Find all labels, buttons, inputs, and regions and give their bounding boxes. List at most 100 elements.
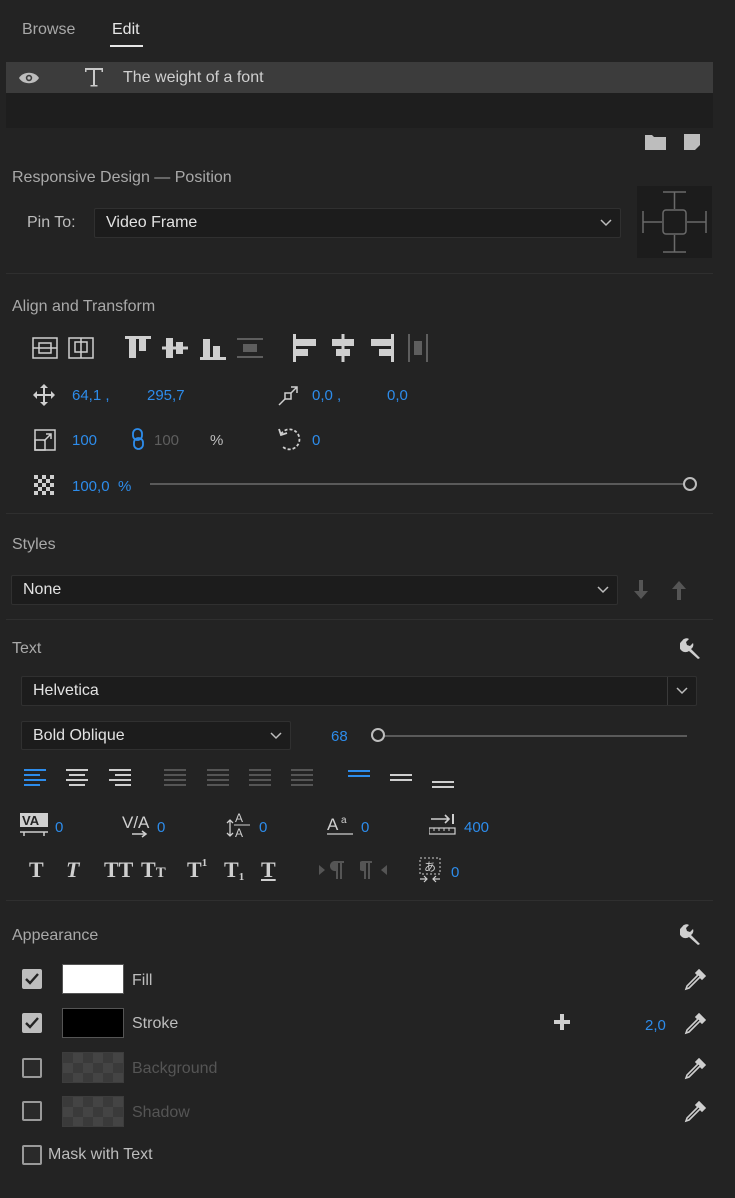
- position-y-value[interactable]: 295,7: [147, 387, 185, 404]
- pin-to-value: Video Frame: [106, 214, 198, 231]
- anchor-x-value[interactable]: 0,0 ,: [312, 387, 341, 404]
- eye-icon[interactable]: [18, 71, 40, 85]
- layer-list-empty-area: [6, 93, 713, 128]
- eyedropper-icon[interactable]: [684, 969, 706, 991]
- subscript-button[interactable]: T1: [224, 857, 244, 883]
- tab-edit[interactable]: Edit: [112, 21, 140, 39]
- eyedropper-icon[interactable]: [684, 1013, 706, 1035]
- opacity-slider-knob[interactable]: [683, 477, 697, 491]
- styles-dropdown[interactable]: None: [11, 575, 618, 605]
- section-divider: [6, 273, 713, 274]
- right-to-left-icon[interactable]: [360, 859, 388, 881]
- align-center-edge-icon[interactable]: [330, 334, 356, 362]
- tab-width-icon: [429, 814, 457, 836]
- distribute-vertical-icon[interactable]: [237, 336, 263, 360]
- section-divider: [6, 900, 713, 901]
- eyedropper-icon[interactable]: [684, 1058, 706, 1080]
- mask-with-text-label: Mask with Text: [48, 1146, 153, 1163]
- font-style-dropdown[interactable]: Bold Oblique: [21, 721, 291, 750]
- stroke-checkbox[interactable]: [22, 1013, 42, 1033]
- align-left-edge-icon[interactable]: [293, 334, 319, 362]
- anchor-y-value[interactable]: 0,0: [387, 387, 408, 404]
- fill-checkbox[interactable]: [22, 969, 42, 989]
- tsume-value[interactable]: 0: [451, 864, 459, 881]
- all-caps-button[interactable]: TT: [104, 857, 133, 883]
- leading-icon: AA: [226, 810, 254, 840]
- background-checkbox[interactable]: [22, 1058, 42, 1078]
- opacity-slider-track[interactable]: [150, 483, 690, 485]
- tab-browse[interactable]: Browse: [22, 21, 75, 39]
- superscript-button[interactable]: T1: [187, 857, 207, 883]
- text-title: Text: [12, 640, 42, 657]
- arrow-up-icon[interactable]: [671, 580, 687, 600]
- kerning-value[interactable]: 0: [55, 819, 63, 836]
- link-icon[interactable]: [131, 428, 145, 450]
- underline-button[interactable]: T: [261, 857, 276, 883]
- folder-icon[interactable]: [645, 134, 666, 150]
- font-family-dropdown[interactable]: Helvetica: [21, 676, 697, 706]
- layer-row[interactable]: The weight of a font: [6, 62, 713, 93]
- responsive-design-title: Responsive Design — Position: [12, 169, 232, 186]
- font-size-slider-track[interactable]: [378, 735, 687, 737]
- layer-name: The weight of a font: [123, 69, 264, 86]
- align-transform-title: Align and Transform: [12, 298, 156, 315]
- eyedropper-icon[interactable]: [684, 1101, 706, 1123]
- mask-with-text-checkbox[interactable]: [22, 1145, 42, 1165]
- vertical-align-bottom-icon[interactable]: [431, 768, 455, 792]
- add-stroke-icon[interactable]: [553, 1013, 571, 1031]
- justify-last-center-icon[interactable]: [206, 768, 230, 788]
- scale-unit: %: [210, 432, 224, 449]
- appearance-title: Appearance: [12, 927, 99, 944]
- align-left-text-icon[interactable]: [24, 768, 48, 788]
- rotation-icon: [277, 426, 301, 452]
- styles-title: Styles: [12, 536, 56, 553]
- scale-value[interactable]: 100: [72, 432, 97, 449]
- align-right-text-icon[interactable]: [107, 768, 131, 788]
- leading-value[interactable]: 0: [259, 819, 267, 836]
- small-caps-button[interactable]: TT: [141, 857, 166, 883]
- align-center-vertical-icon[interactable]: [68, 337, 94, 359]
- align-right-edge-icon[interactable]: [368, 334, 394, 362]
- left-to-right-icon[interactable]: [318, 859, 346, 881]
- baseline-shift-value[interactable]: 0: [361, 819, 369, 836]
- wrench-icon[interactable]: [680, 923, 702, 945]
- align-center-text-icon[interactable]: [65, 768, 89, 788]
- tab-width-value[interactable]: 400: [464, 819, 489, 836]
- svg-text:A: A: [327, 815, 339, 834]
- baseline-shift-icon: Aa: [327, 812, 355, 838]
- vertical-align-center-icon[interactable]: [389, 768, 413, 788]
- faux-italic-button[interactable]: T: [66, 857, 79, 883]
- shadow-checkbox[interactable]: [22, 1101, 42, 1121]
- wrench-icon[interactable]: [680, 637, 702, 659]
- align-center-horizontal-icon[interactable]: [32, 337, 58, 359]
- rotation-value[interactable]: 0: [312, 432, 320, 449]
- new-item-icon[interactable]: [684, 134, 700, 150]
- justify-last-left-icon[interactable]: [164, 768, 188, 788]
- font-size-value[interactable]: 68: [331, 728, 348, 745]
- font-size-slider-knob[interactable]: [371, 728, 385, 742]
- position-x-value[interactable]: 64,1 ,: [72, 387, 110, 404]
- pin-to-dropdown[interactable]: Video Frame: [94, 208, 621, 238]
- align-middle-icon[interactable]: [162, 336, 188, 360]
- justify-last-right-icon[interactable]: [248, 768, 272, 788]
- align-bottom-icon[interactable]: [200, 336, 226, 360]
- shadow-color-swatch[interactable]: [62, 1096, 124, 1127]
- pin-edges-widget[interactable]: [637, 186, 712, 258]
- vertical-align-top-icon[interactable]: [347, 768, 371, 788]
- background-color-swatch[interactable]: [62, 1052, 124, 1083]
- faux-bold-button[interactable]: T: [29, 857, 44, 883]
- fill-color-swatch[interactable]: [62, 964, 124, 994]
- font-family-value: Helvetica: [33, 682, 99, 699]
- tracking-value[interactable]: 0: [157, 819, 165, 836]
- align-top-icon[interactable]: [125, 336, 151, 360]
- arrow-down-icon[interactable]: [633, 580, 649, 600]
- tab-edit-underline: [110, 45, 143, 47]
- stroke-color-swatch[interactable]: [62, 1008, 124, 1038]
- stroke-width-value[interactable]: 2,0: [645, 1017, 666, 1034]
- svg-text:A: A: [235, 826, 243, 840]
- opacity-value[interactable]: 100,0: [72, 478, 110, 495]
- distribute-horizontal-icon[interactable]: [405, 334, 431, 362]
- justify-all-icon[interactable]: [290, 768, 314, 788]
- scale-width-value[interactable]: 100: [154, 432, 179, 449]
- svg-text:a: a: [341, 815, 347, 826]
